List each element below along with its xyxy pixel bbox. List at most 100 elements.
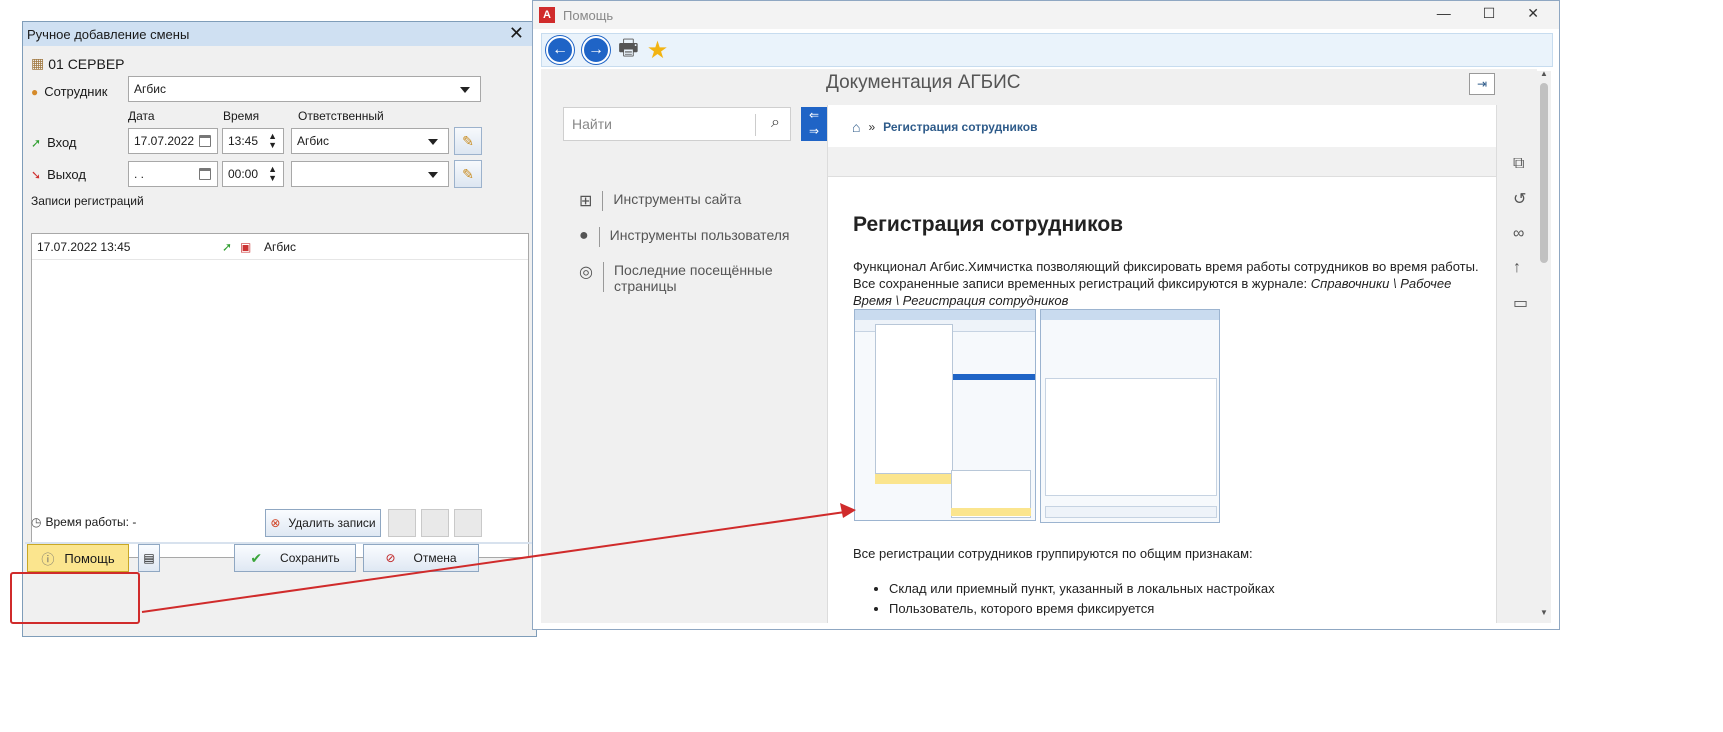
col-time: Время — [223, 109, 260, 123]
breadcrumb-band — [828, 147, 1496, 177]
entry-edit-button[interactable]: ✎ — [454, 127, 482, 155]
pencil-icon: ✎ — [462, 165, 474, 182]
question-icon: ⓘ — [41, 551, 55, 567]
help-content-area: Документация АГБИС ⇥ Найти ⌕ ⇐ ⇒ ⊞ Инстру… — [541, 69, 1537, 623]
disabled-tool-button-1[interactable] — [388, 509, 416, 537]
film-button[interactable]: ▤ — [138, 544, 160, 572]
help-button[interactable]: ⓘ Помощь — [27, 544, 129, 572]
cancel-button[interactable]: ⊘ Отмена — [363, 544, 479, 572]
employee-select[interactable]: Агбис — [128, 76, 481, 102]
work-time-row: ◷ Время работы: - — [31, 515, 136, 529]
close-icon[interactable]: ✕ — [1527, 5, 1539, 22]
sidebar-link-site-tools[interactable]: ⊞ Инструменты сайта — [579, 191, 741, 211]
maximize-icon[interactable]: ☐ — [1483, 5, 1496, 22]
link-icon[interactable]: ∞ — [1513, 225, 1528, 243]
back-arrow-icon[interactable]: ← — [546, 36, 574, 64]
history-icon[interactable]: ↺ — [1513, 189, 1528, 209]
close-icon[interactable]: ✕ — [509, 23, 524, 44]
window-controls: — ☐ ✕ — [1437, 5, 1539, 22]
scroll-up-icon[interactable]: ▲ — [1540, 69, 1548, 78]
compass-icon: ◎ — [579, 264, 593, 281]
star-icon[interactable]: ★ — [647, 36, 669, 65]
delete-records-button[interactable]: ⊗ Удалить записи — [265, 509, 381, 537]
entry-row: ➚ Вход — [31, 135, 76, 150]
spinner-icon[interactable]: ▲ ▼ — [268, 165, 277, 183]
app-logo-icon: A — [539, 7, 555, 23]
home-icon[interactable]: ⌂ — [852, 119, 860, 135]
annotation-highlight-box — [10, 572, 140, 624]
forward-arrow-icon[interactable]: → — [582, 36, 610, 64]
employee-row: ● Сотрудник — [31, 84, 107, 99]
location-label: 01 СЕРВЕР — [48, 55, 125, 72]
list-item: Пользователь, которого время фиксируется — [889, 599, 1275, 619]
entry-label: Вход — [47, 135, 77, 150]
film-icon: ▤ — [143, 551, 155, 565]
help-window: A Помощь — ☐ ✕ ← → 🖶 ★ Документация АГБИ… — [532, 0, 1560, 630]
breadcrumb-link[interactable]: Регистрация сотрудников — [883, 120, 1037, 134]
pencil-icon: ✎ — [462, 132, 474, 149]
document-icon[interactable]: ▭ — [1513, 293, 1528, 313]
save-button-label: Сохранить — [280, 551, 340, 565]
cancel-icon: ⊘ — [385, 551, 396, 565]
screenshot-thumbnail-menu[interactable] — [854, 309, 1036, 521]
doc-page: ⌂ » Регистрация сотрудников Регистрация … — [827, 105, 1497, 623]
link-divider — [602, 191, 604, 211]
arrow-up-icon[interactable]: ↑ — [1513, 259, 1528, 277]
spinner-icon[interactable]: ▲ ▼ — [268, 132, 277, 150]
vertical-scrollbar[interactable]: ▲ ▼ — [1537, 69, 1551, 623]
scroll-down-icon[interactable]: ▼ — [1540, 608, 1548, 617]
col-responsible: Ответственный — [298, 109, 384, 123]
page-heading: Регистрация сотрудников — [853, 213, 1124, 236]
sidebar-toggle-button[interactable]: ⇐ ⇒ — [801, 107, 827, 141]
cancel-button-label: Отмена — [413, 551, 457, 565]
entry-time-input[interactable]: 13:45 ▲ ▼ — [222, 128, 284, 154]
entry-date-input[interactable]: 17.07.2022 — [128, 128, 218, 154]
source-icon[interactable]: ⧉ — [1513, 155, 1528, 173]
bullet-list: Склад или приемный пункт, указанный в ло… — [853, 579, 1275, 619]
save-button[interactable]: ✔ Сохранить — [234, 544, 356, 572]
printer-icon[interactable]: 🖶 — [618, 31, 639, 69]
exit-time-input[interactable]: 00:00 ▲ ▼ — [222, 161, 284, 187]
sidebar-link-label: Инструменты пользователя — [609, 227, 790, 243]
exit-doc-icon[interactable]: ⇥ — [1469, 73, 1495, 95]
boxes-icon: ▦ — [31, 55, 45, 71]
disabled-tool-button-3[interactable] — [454, 509, 482, 537]
page-paragraph: Функционал Агбис.Химчистка позволяющий ф… — [853, 258, 1483, 309]
clock-icon: ◷ — [31, 515, 42, 529]
sitemap-icon: ⊞ — [579, 193, 593, 210]
help-window-title-bar: A Помощь — ☐ ✕ — [533, 1, 1559, 29]
entry-responsible-select[interactable]: Агбис — [291, 128, 449, 154]
disabled-tool-button-2[interactable] — [421, 509, 449, 537]
sidebar-link-label: Инструменты сайта — [613, 191, 742, 207]
minimize-icon[interactable]: — — [1437, 5, 1451, 22]
list-item[interactable]: 17.07.2022 13:45 ➚ ▣ Агбис — [32, 234, 528, 260]
exit-time-value: 00:00 — [228, 167, 259, 181]
calendar-icon[interactable] — [199, 135, 211, 147]
entry-arrow-icon: ➚ — [31, 135, 42, 150]
breadcrumb: ⌂ » Регистрация сотрудников — [852, 119, 1037, 135]
sidebar-link-label: Последние посещённые страницы — [613, 262, 773, 294]
calendar-icon[interactable] — [199, 168, 211, 180]
exit-date-value: . . — [134, 167, 145, 181]
delete-records-label: Удалить записи — [288, 516, 376, 530]
breadcrumb-separator: » — [868, 120, 876, 134]
exit-responsible-select[interactable] — [291, 161, 449, 187]
entry-time-value: 13:45 — [228, 134, 259, 148]
work-time-label: Время работы: - — [45, 515, 137, 529]
user-icon: ● — [579, 227, 589, 244]
search-input[interactable]: Найти ⌕ — [563, 107, 791, 141]
manual-shift-dialog: Ручное добавление смены ✕ ▦ 01 СЕРВЕР ● … — [22, 21, 537, 637]
entry-arrow-icon: ➚ — [222, 239, 233, 254]
help-window-title: Помощь — [563, 7, 614, 23]
employee-value: Агбис — [134, 82, 166, 96]
page-paragraph-2: Все регистрации сотрудников группируются… — [853, 546, 1253, 561]
records-label: Записи регистраций — [31, 194, 144, 208]
exit-edit-button[interactable]: ✎ — [454, 160, 482, 188]
search-icon[interactable]: ⌕ — [771, 114, 780, 132]
exit-date-input[interactable]: . . — [128, 161, 218, 187]
doc-title: Документация АГБИС — [826, 72, 1021, 93]
sidebar-link-user-tools[interactable]: ● Инструменты пользователя — [579, 227, 790, 247]
scroll-thumb[interactable] — [1540, 83, 1548, 263]
sidebar-link-recent-pages[interactable]: ◎ Последние посещённые страницы — [579, 262, 774, 294]
screenshot-thumbnail-dialog[interactable] — [1040, 309, 1220, 523]
